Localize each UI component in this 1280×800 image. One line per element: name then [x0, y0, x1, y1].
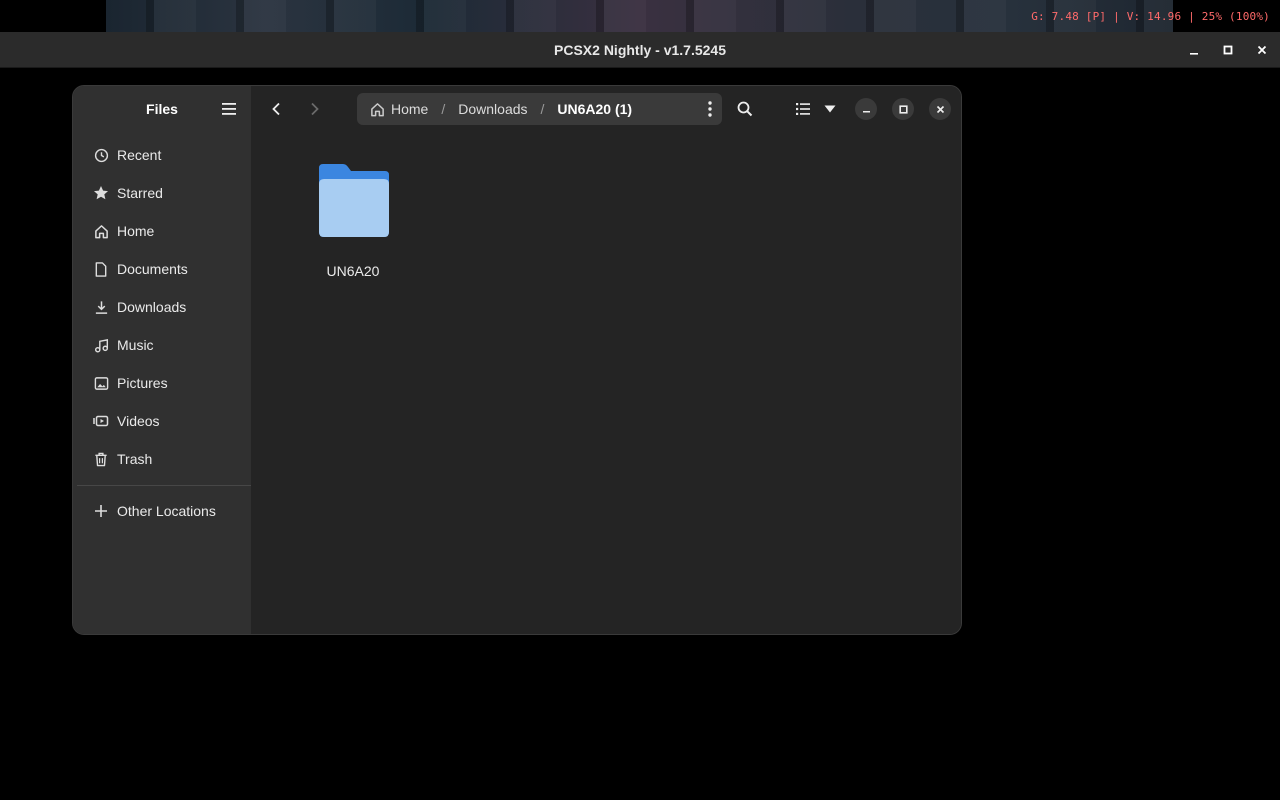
- sidebar-item-pictures[interactable]: Pictures: [79, 364, 245, 402]
- list-view-icon: [796, 103, 810, 115]
- breadcrumb-current[interactable]: UN6A20 (1): [557, 101, 632, 117]
- close-icon: [936, 105, 944, 113]
- document-icon: [93, 261, 109, 277]
- hamburger-menu-icon: [222, 103, 236, 115]
- sidebar-item-recent[interactable]: Recent: [79, 136, 245, 174]
- maximize-button[interactable]: [1217, 39, 1239, 61]
- files-window: Files Recent Starred Home Documents Down…: [72, 85, 962, 635]
- close-icon: [1257, 45, 1267, 55]
- view-options-button[interactable]: [817, 97, 843, 121]
- file-grid: UN6A20: [251, 132, 961, 634]
- maximize-icon: [898, 104, 908, 114]
- places-list: Recent Starred Home Documents Downloads …: [73, 136, 251, 478]
- sidebar-item-label: Pictures: [117, 375, 168, 391]
- sidebar-item-label: Music: [117, 337, 154, 353]
- sidebar-item-label: Videos: [117, 413, 160, 429]
- breadcrumb: Home / Downloads / UN6A20 (1): [357, 93, 722, 125]
- view-list-button[interactable]: [790, 97, 816, 121]
- sidebar-item-videos[interactable]: Videos: [79, 402, 245, 440]
- back-button[interactable]: [263, 97, 289, 121]
- window-title: PCSX2 Nightly - v1.7.5245: [554, 42, 726, 58]
- folder-item[interactable]: UN6A20: [303, 162, 403, 279]
- sidebar-item-label: Recent: [117, 147, 162, 163]
- sidebar-item-music[interactable]: Music: [79, 326, 245, 364]
- sidebar-item-trash[interactable]: Trash: [79, 440, 245, 478]
- trash-icon: [93, 451, 109, 467]
- search-button[interactable]: [732, 97, 758, 121]
- sidebar-item-label: Trash: [117, 451, 153, 467]
- minimize-icon: [862, 110, 870, 112]
- breadcrumb-label: Home: [391, 101, 429, 117]
- sidebar-item-documents[interactable]: Documents: [79, 250, 245, 288]
- breadcrumb-label: UN6A20 (1): [557, 101, 633, 117]
- pcsx2-titlebar: PCSX2 Nightly - v1.7.5245: [0, 32, 1280, 68]
- sidebar-item-label: Other Locations: [117, 503, 216, 519]
- window-maximize-button[interactable]: [892, 98, 914, 120]
- sidebar-item-label: Documents: [117, 261, 188, 277]
- breadcrumb-downloads[interactable]: Downloads: [458, 101, 527, 117]
- folder-icon: [319, 164, 389, 237]
- sidebar-item-downloads[interactable]: Downloads: [79, 288, 245, 326]
- maximize-icon: [1223, 45, 1233, 55]
- folder-menu-button[interactable]: [708, 101, 712, 120]
- picture-icon: [93, 375, 109, 391]
- header-bar: Home / Downloads / UN6A20 (1): [251, 86, 961, 132]
- plus-icon: [93, 503, 109, 519]
- breadcrumb-separator: /: [441, 101, 446, 117]
- home-icon: [371, 102, 384, 116]
- kebab-menu-icon: [708, 101, 712, 117]
- other-places-list: Other Locations: [73, 492, 251, 530]
- home-icon: [93, 223, 109, 239]
- window-close-button[interactable]: [929, 98, 951, 120]
- game-viewport: [106, 0, 1173, 32]
- sidebar: Files Recent Starred Home Documents Down…: [73, 86, 251, 634]
- performance-osd: G: 7.48 [P] | V: 14.96 | 25% (100%): [1031, 10, 1270, 23]
- sidebar-item-starred[interactable]: Starred: [79, 174, 245, 212]
- chevron-down-icon: [824, 105, 836, 113]
- sidebar-item-label: Starred: [117, 185, 163, 201]
- close-button[interactable]: [1251, 39, 1273, 61]
- main-content: Home / Downloads / UN6A20 (1) UN6A20: [251, 86, 961, 634]
- folder-name: UN6A20: [326, 263, 380, 279]
- chevron-left-icon: [272, 102, 280, 116]
- star-icon: [93, 185, 109, 201]
- minimize-icon: [1190, 53, 1198, 55]
- video-icon: [93, 413, 109, 429]
- breadcrumb-home[interactable]: Home: [370, 101, 428, 117]
- window-minimize-button[interactable]: [855, 98, 877, 120]
- sidebar-item-other-locations[interactable]: Other Locations: [79, 492, 245, 530]
- forward-button[interactable]: [302, 97, 328, 121]
- sidebar-divider: [77, 485, 251, 486]
- sidebar-item-label: Home: [117, 223, 155, 239]
- sidebar-item-home[interactable]: Home: [79, 212, 245, 250]
- minimize-button[interactable]: [1183, 39, 1205, 61]
- main-menu-button[interactable]: [217, 97, 241, 121]
- breadcrumb-label: Downloads: [458, 101, 528, 117]
- chevron-right-icon: [311, 102, 319, 116]
- breadcrumb-separator: /: [540, 101, 545, 117]
- download-icon: [93, 299, 109, 315]
- music-icon: [93, 337, 109, 353]
- search-icon: [737, 101, 753, 117]
- clock-icon: [93, 147, 109, 163]
- sidebar-item-label: Downloads: [117, 299, 187, 315]
